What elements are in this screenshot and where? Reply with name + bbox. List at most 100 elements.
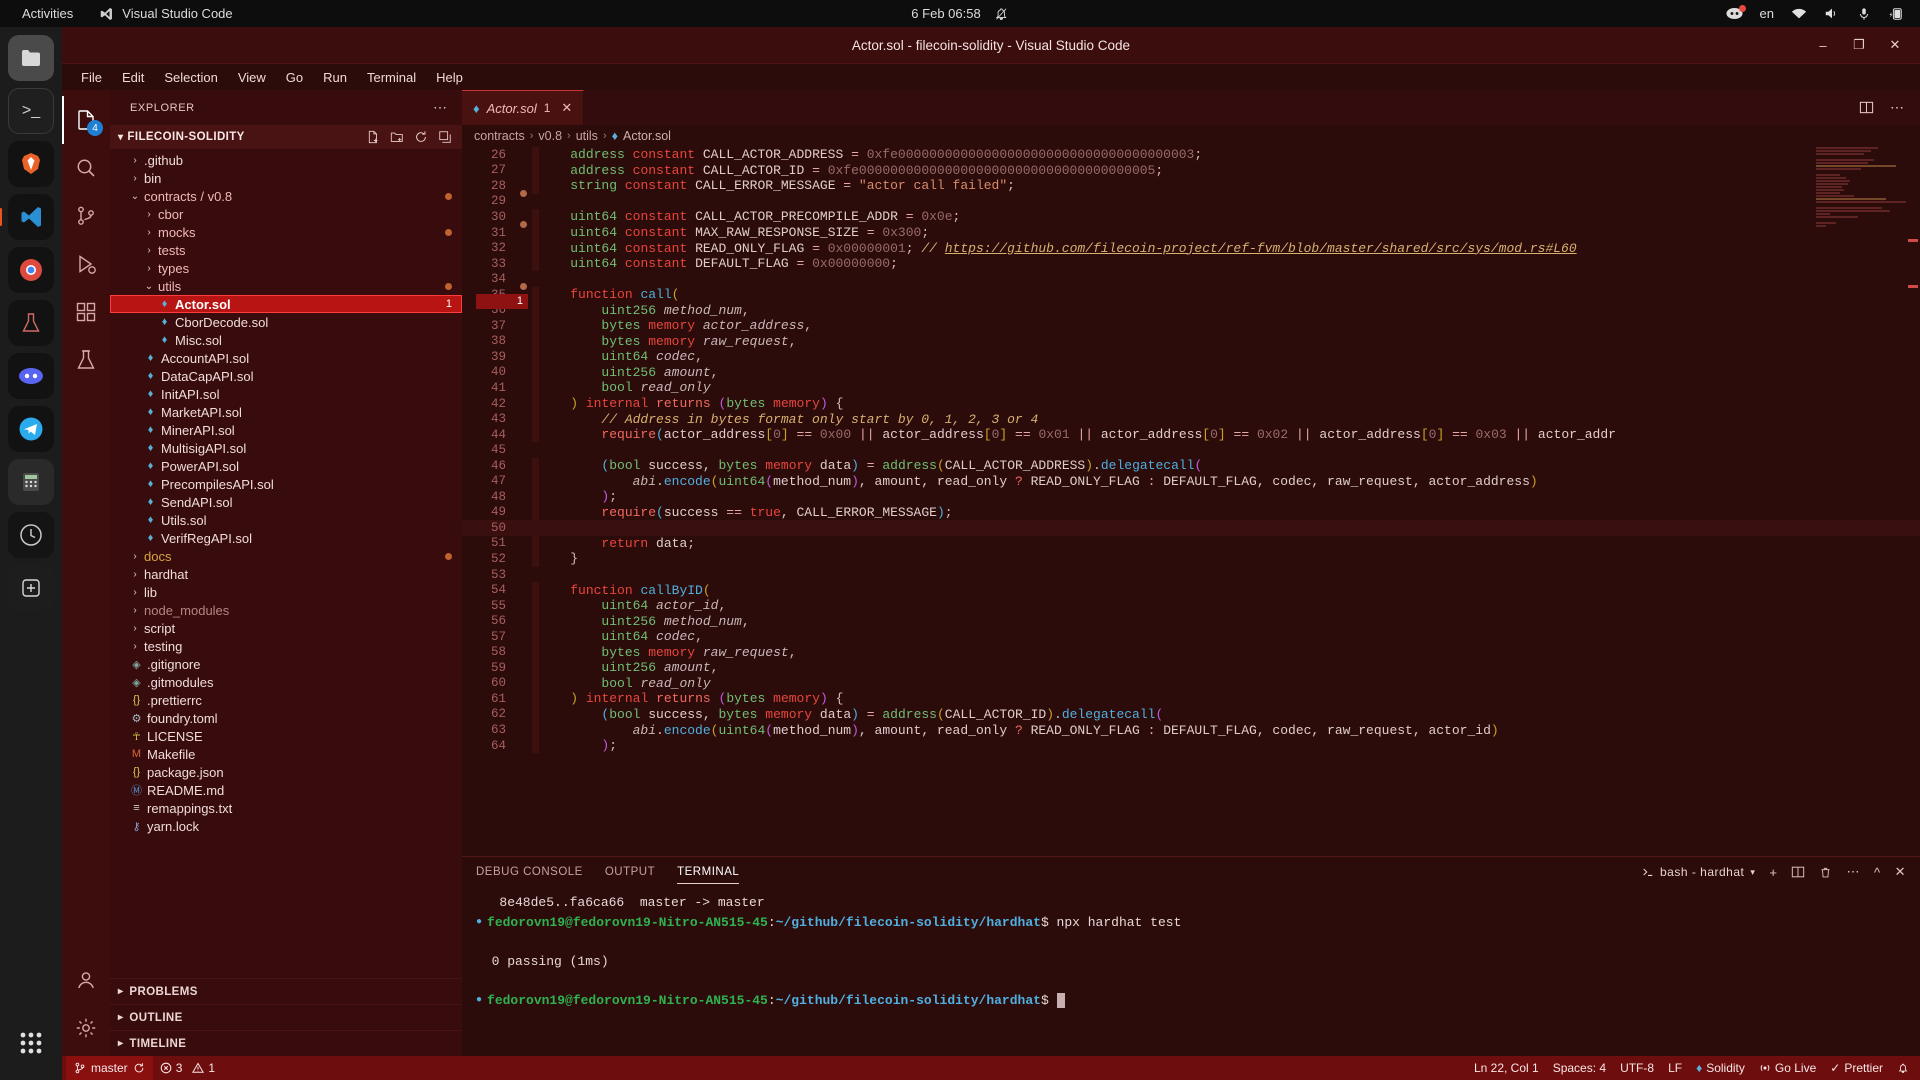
tab-actor-sol[interactable]: ♦ Actor.sol 1 ✕ xyxy=(462,90,585,125)
code-line[interactable]: 32 uint64 constant READ_ONLY_FLAG = 0x00… xyxy=(462,240,1920,256)
os-clock-area[interactable]: 6 Feb 06:58 xyxy=(911,6,1008,21)
active-app-indicator[interactable]: Visual Studio Code xyxy=(99,6,233,21)
breadcrumb-contracts[interactable]: contracts xyxy=(474,129,525,143)
status-notifications-bell[interactable] xyxy=(1890,1056,1916,1080)
tree-item[interactable]: › hardhat xyxy=(110,565,462,583)
code-line[interactable]: 60 bool read_only xyxy=(462,675,1920,692)
tree-item[interactable]: › lib xyxy=(110,583,462,601)
tree-item[interactable]: › bin xyxy=(110,169,462,187)
tree-item[interactable]: M Makefile xyxy=(110,745,462,763)
code-line[interactable]: 44 require(actor_address[0] == 0x00 || a… xyxy=(462,426,1920,443)
code-line[interactable]: 56 uint256 method_num, xyxy=(462,613,1920,629)
tree-item[interactable]: ♦ Misc.sol xyxy=(110,331,462,349)
menu-run[interactable]: Run xyxy=(314,67,356,88)
workspace-folder-row[interactable]: ▾ FILECOIN-SOLIDITY xyxy=(110,125,462,149)
status-branch[interactable]: master xyxy=(66,1056,153,1080)
tree-item[interactable]: ♦ PowerAPI.sol xyxy=(110,457,462,475)
tree-item[interactable]: ⚷ yarn.lock xyxy=(110,817,462,835)
dock-clock-icon[interactable] xyxy=(8,512,54,558)
tree-item[interactable]: ♦ MultisigAPI.sol xyxy=(110,439,462,457)
tab-debug-console[interactable]: DEBUG CONSOLE xyxy=(476,860,583,884)
dock-show-applications-icon[interactable] xyxy=(8,1020,54,1066)
tab-close-icon[interactable]: ✕ xyxy=(561,100,572,116)
code-line[interactable]: 63 abi.encode(uint64(method_num), amount… xyxy=(462,722,1920,738)
code-line[interactable]: 37 bytes memory actor_address, xyxy=(462,318,1920,334)
tree-item[interactable]: ⌄ contracts / v0.8 xyxy=(110,187,462,205)
code-line[interactable]: 50 xyxy=(462,520,1920,536)
code-line[interactable]: 42 ) internal returns (bytes memory) { xyxy=(462,395,1920,412)
activity-extensions-icon[interactable] xyxy=(62,288,110,336)
code-line[interactable]: 26 address constant CALL_ACTOR_ADDRESS =… xyxy=(462,147,1920,163)
code-line[interactable]: 45 xyxy=(462,442,1920,458)
code-line[interactable]: 351 function call( xyxy=(462,286,1920,309)
tree-item[interactable]: ♦ CborDecode.sol xyxy=(110,313,462,331)
tree-item[interactable]: › cbor xyxy=(110,205,462,223)
code-line[interactable]: 55 uint64 actor_id, xyxy=(462,597,1920,614)
menu-view[interactable]: View xyxy=(229,67,275,88)
tree-item[interactable]: ◈ .gitignore xyxy=(110,655,462,673)
panel-outline[interactable]: ▸ OUTLINE xyxy=(110,1004,462,1030)
tree-item[interactable]: › types xyxy=(110,259,462,277)
refresh-icon[interactable] xyxy=(414,130,428,144)
dock-brave-icon[interactable] xyxy=(8,141,54,187)
new-file-icon[interactable] xyxy=(366,130,380,144)
dock-vscode-icon[interactable] xyxy=(8,194,54,240)
tree-item[interactable]: ♦ MinerAPI.sol xyxy=(110,421,462,439)
tree-item[interactable]: ♦ MarketAPI.sol xyxy=(110,403,462,421)
dock-chrome-icon[interactable] xyxy=(8,247,54,293)
explorer-more-icon[interactable]: ⋯ xyxy=(433,99,448,116)
breakpoint-icon[interactable] xyxy=(520,189,527,197)
panel-problems[interactable]: ▸ PROBLEMS xyxy=(110,978,462,1004)
code-line[interactable]: 59 uint256 amount, xyxy=(462,660,1920,676)
activity-settings-gear-icon[interactable] xyxy=(62,1004,110,1052)
activity-testing-icon[interactable] xyxy=(62,336,110,384)
tree-item[interactable]: › .github xyxy=(110,151,462,169)
battery-charging-icon[interactable] xyxy=(1888,7,1904,21)
code-line[interactable]: 39 uint64 codec, xyxy=(462,349,1920,365)
code-line[interactable]: 58 bytes memory raw_request, xyxy=(462,644,1920,661)
activity-search-icon[interactable] xyxy=(62,144,110,192)
code-line[interactable]: 28 string constant CALL_ERROR_MESSAGE = … xyxy=(462,178,1920,197)
tree-item[interactable]: ◈ .gitmodules xyxy=(110,673,462,691)
notification-bell-crossed-icon[interactable] xyxy=(995,7,1009,21)
tree-item[interactable]: ♦ Actor.sol 1 xyxy=(110,295,462,313)
collapse-all-icon[interactable] xyxy=(438,130,452,144)
tree-item[interactable]: ⚙ foundry.toml xyxy=(110,709,462,727)
new-terminal-icon[interactable]: + xyxy=(1769,865,1777,880)
status-encoding[interactable]: UTF-8 xyxy=(1613,1056,1661,1080)
discord-icon[interactable] xyxy=(1725,5,1746,20)
breadcrumb-actor-sol[interactable]: Actor.sol xyxy=(623,129,671,143)
tree-item[interactable]: › docs xyxy=(110,547,462,565)
code-line[interactable]: 36 uint256 method_num, xyxy=(462,302,1920,319)
split-terminal-icon[interactable] xyxy=(1791,865,1805,879)
dock-telegram-icon[interactable] xyxy=(8,406,54,452)
code-line[interactable]: 61 ) internal returns (bytes memory) { xyxy=(462,691,1920,707)
dock-calculator-icon[interactable] xyxy=(8,459,54,505)
split-editor-icon[interactable] xyxy=(1859,100,1874,115)
activity-explorer-icon[interactable]: 4 xyxy=(62,96,110,144)
tree-item[interactable]: ♦ AccountAPI.sol xyxy=(110,349,462,367)
activities-button[interactable]: Activities xyxy=(22,6,73,21)
code-line[interactable]: 54 function callByID( xyxy=(462,582,1920,598)
dock-terminal-icon[interactable]: >_ xyxy=(8,88,54,134)
kill-terminal-icon[interactable] xyxy=(1819,866,1832,879)
tree-item[interactable]: {} package.json xyxy=(110,763,462,781)
code-line[interactable]: 27 address constant CALL_ACTOR_ID = 0xfe… xyxy=(462,162,1920,179)
code-line[interactable]: 30 uint64 constant CALL_ACTOR_PRECOMPILE… xyxy=(462,209,1920,228)
code-line[interactable]: 62 (bool success, bytes memory data) = a… xyxy=(462,706,1920,723)
code-line[interactable]: 64 ); xyxy=(462,737,1920,754)
close-panel-icon[interactable]: ✕ xyxy=(1895,864,1906,880)
menu-file[interactable]: File xyxy=(72,67,111,88)
minimize-button[interactable]: – xyxy=(1806,32,1840,58)
code-line[interactable]: 34 xyxy=(462,271,1920,291)
status-problems[interactable]: 3 1 xyxy=(153,1056,222,1080)
code-line[interactable]: 38 bytes memory raw_request, xyxy=(462,333,1920,350)
code-line[interactable]: 43 // Address in bytes format only start… xyxy=(462,411,1920,427)
tree-item[interactable]: ⌄ utils xyxy=(110,277,462,295)
tree-item[interactable]: ☥ LICENSE xyxy=(110,727,462,745)
menu-help[interactable]: Help xyxy=(427,67,472,88)
breadcrumb-utils[interactable]: utils xyxy=(576,129,598,143)
editor-minimap[interactable] xyxy=(1816,147,1906,307)
tree-item[interactable]: ♦ VerifRegAPI.sol xyxy=(110,529,462,547)
menu-terminal[interactable]: Terminal xyxy=(358,67,425,88)
